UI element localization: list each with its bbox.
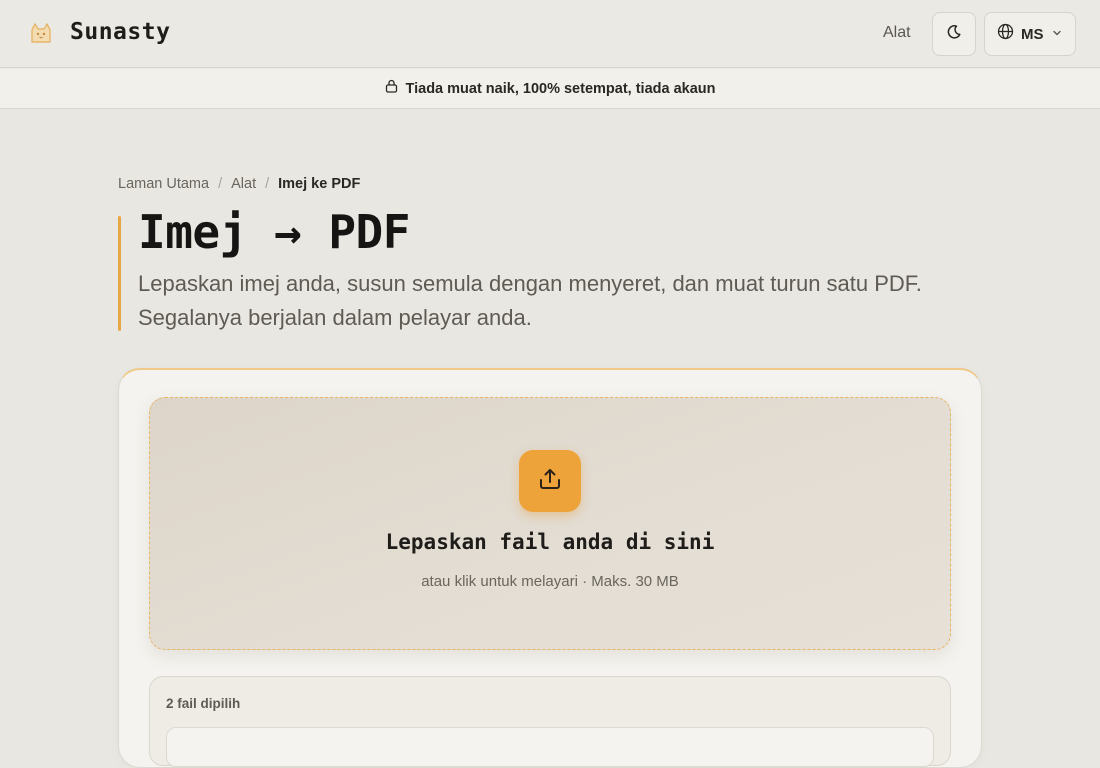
privacy-banner: Tiada muat naik, 100% setempat, tiada ak… xyxy=(0,69,1100,109)
cat-logo-icon[interactable] xyxy=(26,18,56,48)
moon-icon xyxy=(946,24,962,45)
breadcrumb-tools[interactable]: Alat xyxy=(231,176,256,192)
breadcrumb-separator: / xyxy=(218,176,223,192)
breadcrumb-home[interactable]: Laman Utama xyxy=(118,176,209,192)
file-dropzone[interactable] xyxy=(149,397,951,650)
dropzone-hint: atau klik untuk melayari · Maks. 30 MB xyxy=(421,573,679,590)
globe-icon xyxy=(997,23,1014,45)
file-list-item[interactable] xyxy=(166,727,934,767)
banner-text: Tiada muat naik, 100% setempat, tiada ak… xyxy=(405,80,716,97)
lock-icon xyxy=(385,79,398,98)
top-header: Sunasty Alat MS xyxy=(0,0,1100,68)
theme-toggle-button[interactable] xyxy=(932,12,976,56)
files-count-label: 2 fail dipilih xyxy=(166,696,241,711)
dropzone-title: Lepaskan fail anda di sini xyxy=(385,530,715,554)
upload-button[interactable] xyxy=(519,450,581,512)
nav-tools-link[interactable]: Alat xyxy=(883,24,911,42)
upload-icon xyxy=(537,466,563,497)
chevron-down-icon xyxy=(1052,25,1062,43)
brand-name[interactable]: Sunasty xyxy=(70,19,170,45)
page-subtitle: Lepaskan imej anda, susun semula dengan … xyxy=(138,271,922,330)
breadcrumb-current: Imej ke PDF xyxy=(278,176,361,192)
breadcrumb: Laman Utama / Alat / Imej ke PDF xyxy=(118,176,360,192)
language-selector[interactable]: MS xyxy=(984,12,1076,56)
breadcrumb-separator: / xyxy=(265,176,270,192)
language-label: MS xyxy=(1021,25,1044,43)
page-title: Imej → PDF xyxy=(138,205,410,259)
title-accent-bar xyxy=(118,216,121,331)
